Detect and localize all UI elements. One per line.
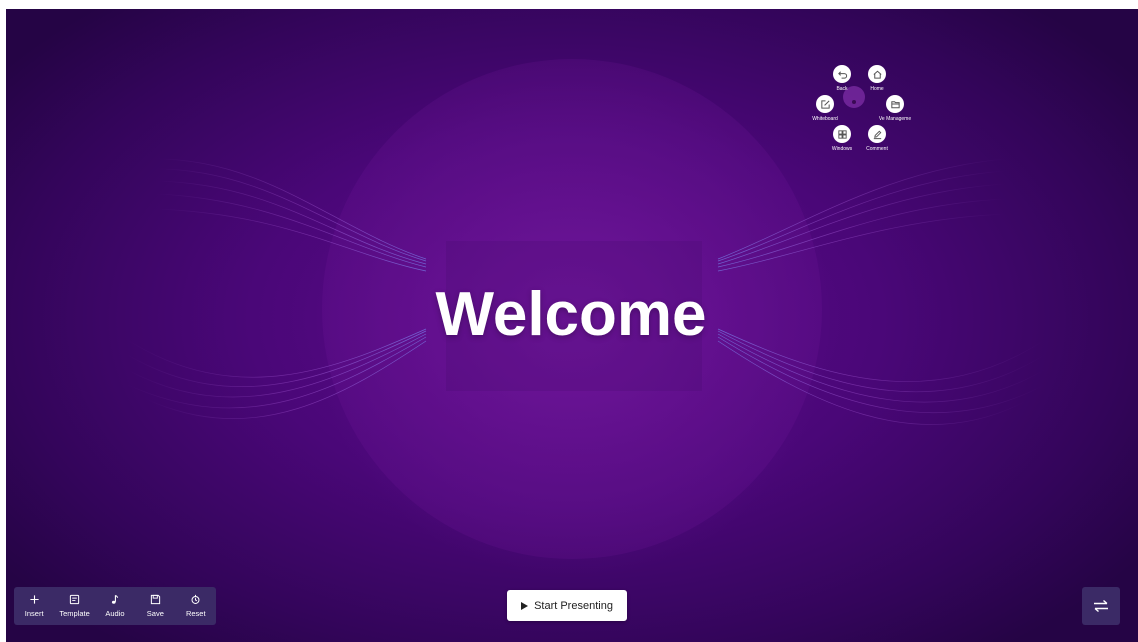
reset-button[interactable]: Reset [177, 589, 215, 623]
save-icon [150, 594, 160, 605]
switch-toolbar-side-button[interactable] [1082, 587, 1120, 625]
start-presenting-button[interactable]: Start Presenting [507, 590, 627, 621]
quick-menu-label: Comment [866, 146, 888, 152]
quick-menu-back[interactable]: Back [822, 65, 862, 92]
music-note-icon [112, 594, 119, 604]
reset-icon [191, 594, 200, 604]
quick-menu-label: Ve Manageme [878, 116, 912, 122]
slide-title: Welcome [435, 280, 707, 349]
plus-icon [30, 595, 39, 604]
edit-square-icon [820, 99, 830, 109]
insert-button[interactable]: Insert [15, 589, 53, 623]
quick-menu-label: Windows [831, 146, 853, 152]
play-icon [521, 601, 529, 610]
home-icon [873, 70, 881, 79]
template-icon [69, 594, 80, 605]
pen-icon [873, 130, 881, 139]
grid-icon [837, 129, 847, 139]
reset-label: Reset [185, 609, 206, 618]
quick-menu-label: Home [870, 86, 884, 92]
template-label: Template [59, 609, 90, 618]
audio-button[interactable]: Audio [96, 589, 134, 623]
quick-menu-file-management[interactable]: Ve Manageme [875, 95, 915, 122]
start-presenting-label: Start Presenting [534, 599, 613, 612]
quick-menu-whiteboard[interactable]: Whiteboard [805, 95, 845, 122]
quick-menu-label: Back [836, 86, 848, 92]
template-button[interactable]: Template [56, 589, 94, 623]
bottom-toolbar: Insert Template Audio Save Reset [14, 587, 216, 625]
insert-label: Insert [24, 609, 44, 618]
quick-menu-comment[interactable]: Comment [857, 125, 897, 152]
save-label: Save [146, 609, 164, 618]
folder-icon [890, 100, 900, 108]
presentation-screen: Welcome [6, 9, 1138, 642]
undo-icon [837, 70, 847, 79]
quick-menu-windows[interactable]: Windows [822, 125, 862, 152]
audio-label: Audio [105, 609, 125, 618]
swap-arrows-icon [1094, 599, 1108, 613]
save-button[interactable]: Save [136, 589, 174, 623]
quick-menu-home[interactable]: Home [857, 65, 897, 92]
quick-menu-label: Whiteboard [812, 116, 838, 122]
radial-quick-menu: Back Home Whiteboard Ve Manageme Windows… [800, 52, 920, 152]
